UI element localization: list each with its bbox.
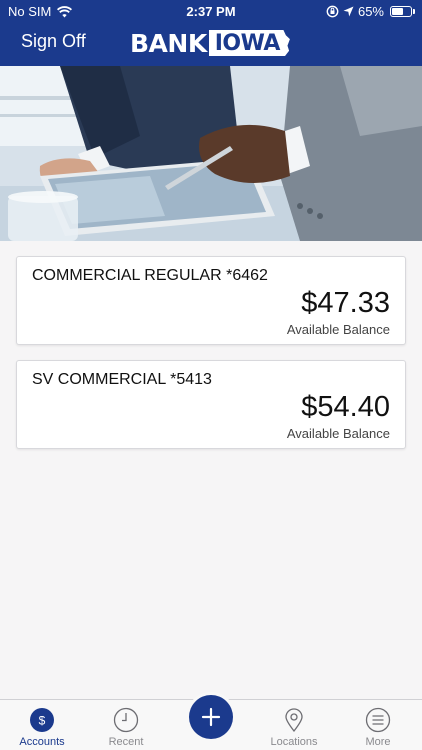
available-balance-label: Available Balance (286, 322, 390, 337)
status-right: 65% (326, 4, 415, 19)
tab-label: Locations (270, 736, 318, 748)
location-arrow-icon (343, 6, 354, 17)
tab-label: Recent (108, 736, 144, 748)
add-button[interactable] (189, 695, 233, 739)
orientation-lock-icon (326, 5, 339, 18)
tab-locations[interactable]: Locations (252, 700, 336, 750)
account-card[interactable]: SV COMMERCIAL *5413 $54.40 Available Bal… (16, 360, 406, 449)
logo-bank-text: BANK (130, 28, 207, 58)
account-balance: $47.33 (301, 287, 390, 319)
battery-fill (392, 8, 403, 15)
tab-more[interactable]: More (336, 700, 420, 750)
tab-label: Accounts (19, 736, 65, 748)
business-meeting-photo (0, 66, 422, 241)
dollar-icon: $ (30, 708, 54, 732)
account-name: SV COMMERCIAL *5413 (32, 371, 212, 388)
tab-recent[interactable]: Recent (84, 700, 168, 750)
account-name: COMMERCIAL REGULAR *6462 (32, 267, 268, 284)
account-balance: $54.40 (301, 391, 390, 423)
menu-icon (365, 707, 391, 733)
tab-label: More (365, 736, 391, 748)
available-balance-label: Available Balance (286, 426, 390, 441)
battery-icon (390, 6, 415, 17)
map-pin-icon (285, 708, 303, 733)
account-card[interactable]: COMMERCIAL REGULAR *6462 $47.33 Availabl… (16, 256, 406, 345)
clock-icon (113, 707, 139, 733)
status-bar: No SIM 2:37 PM 65% (0, 0, 422, 24)
svg-text:$: $ (39, 714, 46, 728)
tab-accounts[interactable]: $ Accounts (0, 700, 84, 750)
bank-iowa-logo: BANK IOWA (130, 28, 290, 58)
logo-iowa-text: IOWA (208, 30, 290, 56)
sign-off-button[interactable]: Sign Off (21, 31, 86, 52)
hero-image (0, 66, 422, 241)
app-header: No SIM 2:37 PM 65% Sign Off BANK IOWA (0, 0, 422, 66)
plus-icon (201, 707, 221, 727)
battery-percent: 65% (357, 4, 384, 19)
